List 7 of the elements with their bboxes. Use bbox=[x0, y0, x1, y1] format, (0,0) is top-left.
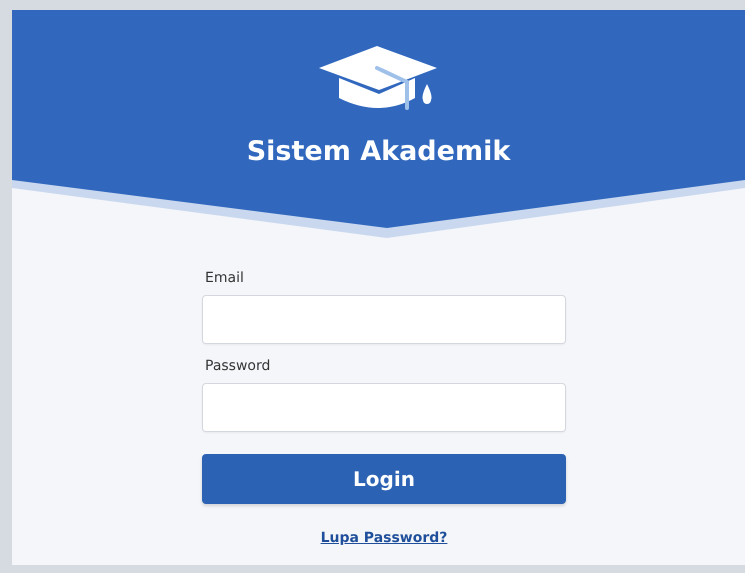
login-button[interactable]: Login bbox=[202, 454, 566, 504]
input-field[interactable] bbox=[202, 295, 566, 344]
input-field[interactable] bbox=[202, 383, 566, 432]
field-label: Email bbox=[205, 269, 245, 288]
field-label: Password bbox=[205, 357, 272, 376]
forgot-password-link[interactable]: Lupa Password? bbox=[320, 528, 448, 549]
app-title: Sistem Akademik bbox=[246, 136, 510, 168]
